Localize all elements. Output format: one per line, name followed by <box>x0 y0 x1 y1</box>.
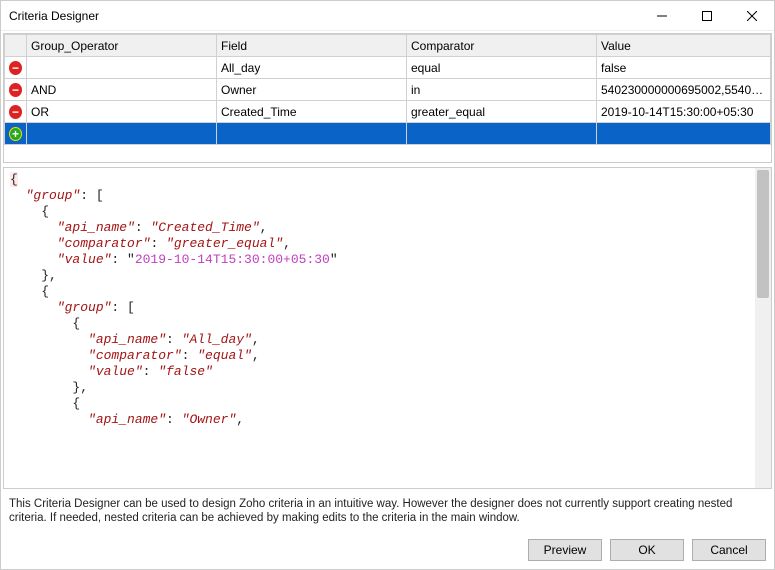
minimize-button[interactable] <box>639 1 684 31</box>
cell-field[interactable] <box>217 123 407 145</box>
preview-button[interactable]: Preview <box>528 539 602 561</box>
vertical-scrollbar[interactable] <box>755 168 771 488</box>
window-title: Criteria Designer <box>9 9 639 23</box>
cell-value[interactable]: 2019-10-14T15:30:00+05:30 <box>597 101 771 123</box>
plus-icon: + <box>9 127 22 141</box>
add-row-button[interactable]: + <box>5 123 27 145</box>
cell-value[interactable]: false <box>597 57 771 79</box>
minus-icon: − <box>9 83 22 97</box>
cell-group-operator[interactable]: OR <box>27 101 217 123</box>
grid-header-row: Group_Operator Field Comparator Value <box>5 35 771 57</box>
criteria-grid[interactable]: Group_Operator Field Comparator Value − … <box>3 33 772 163</box>
grid-header-icon <box>5 35 27 57</box>
cell-group-operator[interactable]: AND <box>27 79 217 101</box>
info-note: This Criteria Designer can be used to de… <box>3 493 772 529</box>
minimize-icon <box>657 11 667 21</box>
maximize-icon <box>702 11 712 21</box>
cell-comparator[interactable]: greater_equal <box>407 101 597 123</box>
close-button[interactable] <box>729 1 774 31</box>
cell-value[interactable] <box>597 123 771 145</box>
add-row[interactable]: + <box>5 123 771 145</box>
close-icon <box>747 11 757 21</box>
grid-header-group-operator[interactable]: Group_Operator <box>27 35 217 57</box>
minus-icon: − <box>9 61 22 75</box>
table-row[interactable]: − All_day equal false <box>5 57 771 79</box>
cell-field[interactable]: All_day <box>217 57 407 79</box>
titlebar: Criteria Designer <box>1 1 774 31</box>
delete-row-button[interactable]: − <box>5 101 27 123</box>
table-row[interactable]: − AND Owner in 540230000000695002,554023… <box>5 79 771 101</box>
scrollbar-thumb[interactable] <box>757 170 769 298</box>
ok-button[interactable]: OK <box>610 539 684 561</box>
cancel-button[interactable]: Cancel <box>692 539 766 561</box>
window-controls <box>639 1 774 31</box>
json-preview[interactable]: { "group": [ { "api_name": "Created_Time… <box>3 167 772 489</box>
cell-comparator[interactable] <box>407 123 597 145</box>
cell-group-operator[interactable] <box>27 57 217 79</box>
grid-header-comparator[interactable]: Comparator <box>407 35 597 57</box>
cell-comparator[interactable]: in <box>407 79 597 101</box>
delete-row-button[interactable]: − <box>5 79 27 101</box>
cell-group-operator[interactable] <box>27 123 217 145</box>
json-content: { "group": [ { "api_name": "Created_Time… <box>4 168 771 488</box>
maximize-button[interactable] <box>684 1 729 31</box>
table-row[interactable]: − OR Created_Time greater_equal 2019-10-… <box>5 101 771 123</box>
cell-field[interactable]: Created_Time <box>217 101 407 123</box>
cell-field[interactable]: Owner <box>217 79 407 101</box>
delete-row-button[interactable]: − <box>5 57 27 79</box>
minus-icon: − <box>9 105 22 119</box>
cell-value[interactable]: 540230000000695002,5540230000... <box>597 79 771 101</box>
cell-comparator[interactable]: equal <box>407 57 597 79</box>
button-bar: Preview OK Cancel <box>1 531 774 569</box>
grid-header-field[interactable]: Field <box>217 35 407 57</box>
grid-header-value[interactable]: Value <box>597 35 771 57</box>
